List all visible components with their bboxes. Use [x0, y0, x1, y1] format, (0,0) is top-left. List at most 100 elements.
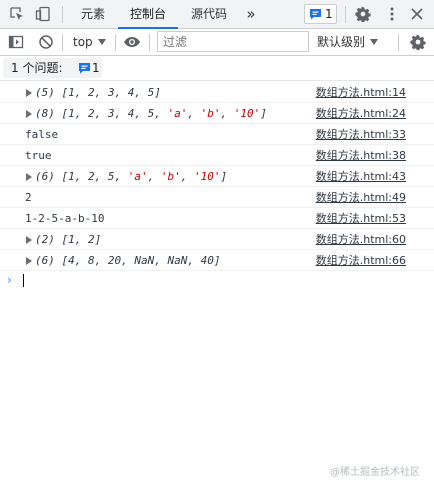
console-message-text: 2	[25, 191, 32, 204]
console-message-text: (6) [1, 2, 5, 'a', 'b', '10']	[35, 170, 227, 183]
sidebar-toggle-icon[interactable]	[8, 34, 24, 50]
console-message: 2 数组方法.html:49	[0, 187, 434, 208]
string-value: '10'	[193, 170, 221, 183]
array-token: ,	[114, 86, 128, 99]
devtools-tabbar: 元素 控制台 源代码 » 1	[0, 0, 434, 29]
issues-button[interactable]: 1 个问题: 1	[3, 58, 102, 78]
array-token: [1, 2]	[61, 233, 102, 246]
text-caret	[23, 274, 24, 287]
expand-triangle-icon[interactable]	[26, 173, 32, 181]
source-link[interactable]: 数组方法.html:38	[316, 149, 406, 162]
prompt-chevron-icon: ›	[7, 273, 12, 287]
divider	[149, 34, 150, 51]
console-message[interactable]: (8) [1, 2, 3, 4, 5, 'a', 'b', '10'] 数组方法.…	[0, 103, 434, 124]
array-token: ,	[147, 170, 161, 183]
source-link[interactable]: 数组方法.html:14	[316, 86, 406, 99]
filter-input[interactable]	[157, 31, 309, 52]
divider	[398, 34, 399, 51]
array-token: 1	[68, 86, 75, 99]
console-message-text: 1-2-5-a-b-10	[25, 212, 105, 225]
divider	[62, 34, 63, 51]
clear-console-icon[interactable]	[38, 34, 54, 50]
context-selector-value: top	[73, 35, 93, 49]
source-link[interactable]: 数组方法.html:53	[316, 212, 406, 225]
array-token: ,	[187, 107, 201, 120]
divider	[345, 6, 346, 23]
more-tabs-button[interactable]: »	[240, 0, 262, 29]
dropdown-arrow-icon	[370, 39, 378, 45]
close-icon[interactable]	[410, 7, 424, 21]
device-toggle-icon[interactable]	[35, 6, 51, 22]
console-message[interactable]: (5) [1, 2, 3, 4, 5] 数组方法.html:14	[0, 82, 434, 103]
source-link[interactable]: 数组方法.html:24	[316, 107, 406, 120]
issues-counter-value: 1	[325, 7, 333, 21]
source-link[interactable]: 数组方法.html:49	[316, 191, 406, 204]
issues-label: 1 个问题:	[11, 61, 63, 75]
console-message-text: (8) [1, 2, 3, 4, 5, 'a', 'b', '10']	[35, 107, 267, 120]
array-token: ]	[260, 107, 267, 120]
array-token: [1, 2, 3, 4, 5,	[61, 107, 168, 120]
more-tabs-label: »	[246, 5, 256, 23]
console-message[interactable]: (6) [1, 2, 5, 'a', 'b', '10'] 数组方法.html:4…	[0, 166, 434, 187]
message-badge-icon	[79, 63, 90, 74]
array-token: ,	[74, 86, 88, 99]
console-message[interactable]: (2) [1, 2] 数组方法.html:60	[0, 229, 434, 250]
array-token: ,	[94, 86, 108, 99]
log-level-selector[interactable]: 默认级别	[317, 33, 381, 52]
console-output: (5) [1, 2, 3, 4, 5] 数组方法.html:14 (8) [1, 2…	[0, 82, 434, 289]
array-token: [4, 8, 20, NaN, NaN, 40]	[61, 254, 221, 267]
source-link[interactable]: 数组方法.html:43	[316, 170, 406, 183]
watermark: @稀土掘金技术社区	[330, 467, 420, 478]
array-token: 3	[107, 86, 115, 99]
tab-console[interactable]: 控制台	[118, 0, 178, 29]
gear-icon[interactable]	[410, 34, 426, 50]
log-level-value: 默认级别	[317, 35, 366, 49]
expand-triangle-icon[interactable]	[26, 236, 32, 244]
console-message-text: true	[25, 149, 52, 162]
array-token: ]	[220, 170, 228, 183]
tab-elements[interactable]: 元素	[70, 0, 116, 29]
source-link[interactable]: 数组方法.html:66	[316, 254, 406, 267]
array-token: ]	[154, 86, 161, 99]
eye-icon[interactable]	[123, 34, 141, 50]
expand-triangle-icon[interactable]	[26, 89, 32, 97]
expand-triangle-icon[interactable]	[26, 257, 32, 265]
message-badge-icon	[310, 9, 321, 20]
source-link[interactable]: 数组方法.html:60	[316, 233, 406, 246]
string-value: '10'	[233, 107, 261, 120]
array-token: ,	[220, 107, 234, 120]
console-prompt[interactable]: ›	[0, 271, 434, 289]
tab-sources[interactable]: 源代码	[182, 0, 236, 29]
console-message: true 数组方法.html:38	[0, 145, 434, 166]
string-value: 'a'	[127, 170, 148, 183]
console-message-text: (2) [1, 2]	[35, 233, 101, 246]
tab-console-label: 控制台	[129, 7, 166, 21]
array-length: (2)	[35, 233, 62, 246]
array-length: (6)	[35, 170, 62, 183]
divider	[62, 6, 63, 23]
string-value: 'b'	[200, 107, 221, 120]
dropdown-arrow-icon	[98, 39, 106, 45]
expand-triangle-icon[interactable]	[26, 110, 32, 118]
array-token: ,	[180, 170, 194, 183]
array-token: [1, 2, 5,	[61, 170, 128, 183]
issues-count: 1	[92, 61, 100, 75]
inspect-icon[interactable]	[9, 6, 25, 22]
context-selector[interactable]: top	[67, 33, 111, 52]
tab-elements-label: 元素	[80, 7, 105, 21]
issues-counter-button[interactable]: 1	[304, 4, 337, 24]
source-link[interactable]: 数组方法.html:33	[316, 128, 406, 141]
tab-sources-label: 源代码	[190, 7, 227, 21]
console-message: 1-2-5-a-b-10 数组方法.html:53	[0, 208, 434, 229]
console-message: false 数组方法.html:33	[0, 124, 434, 145]
gear-icon[interactable]	[355, 6, 371, 22]
array-length: (6)	[35, 254, 62, 267]
array-length: (8)	[35, 107, 62, 120]
console-message[interactable]: (6) [4, 8, 20, NaN, NaN, 40] 数组方法.html:66	[0, 250, 434, 271]
divider	[115, 34, 116, 51]
console-message-text: (5) [1, 2, 3, 4, 5]	[35, 86, 161, 99]
kebab-menu-icon[interactable]	[384, 6, 400, 22]
console-message-text: (6) [4, 8, 20, NaN, NaN, 40]	[35, 254, 220, 267]
string-value: 'b'	[160, 170, 181, 183]
array-length: (5)	[35, 86, 62, 99]
